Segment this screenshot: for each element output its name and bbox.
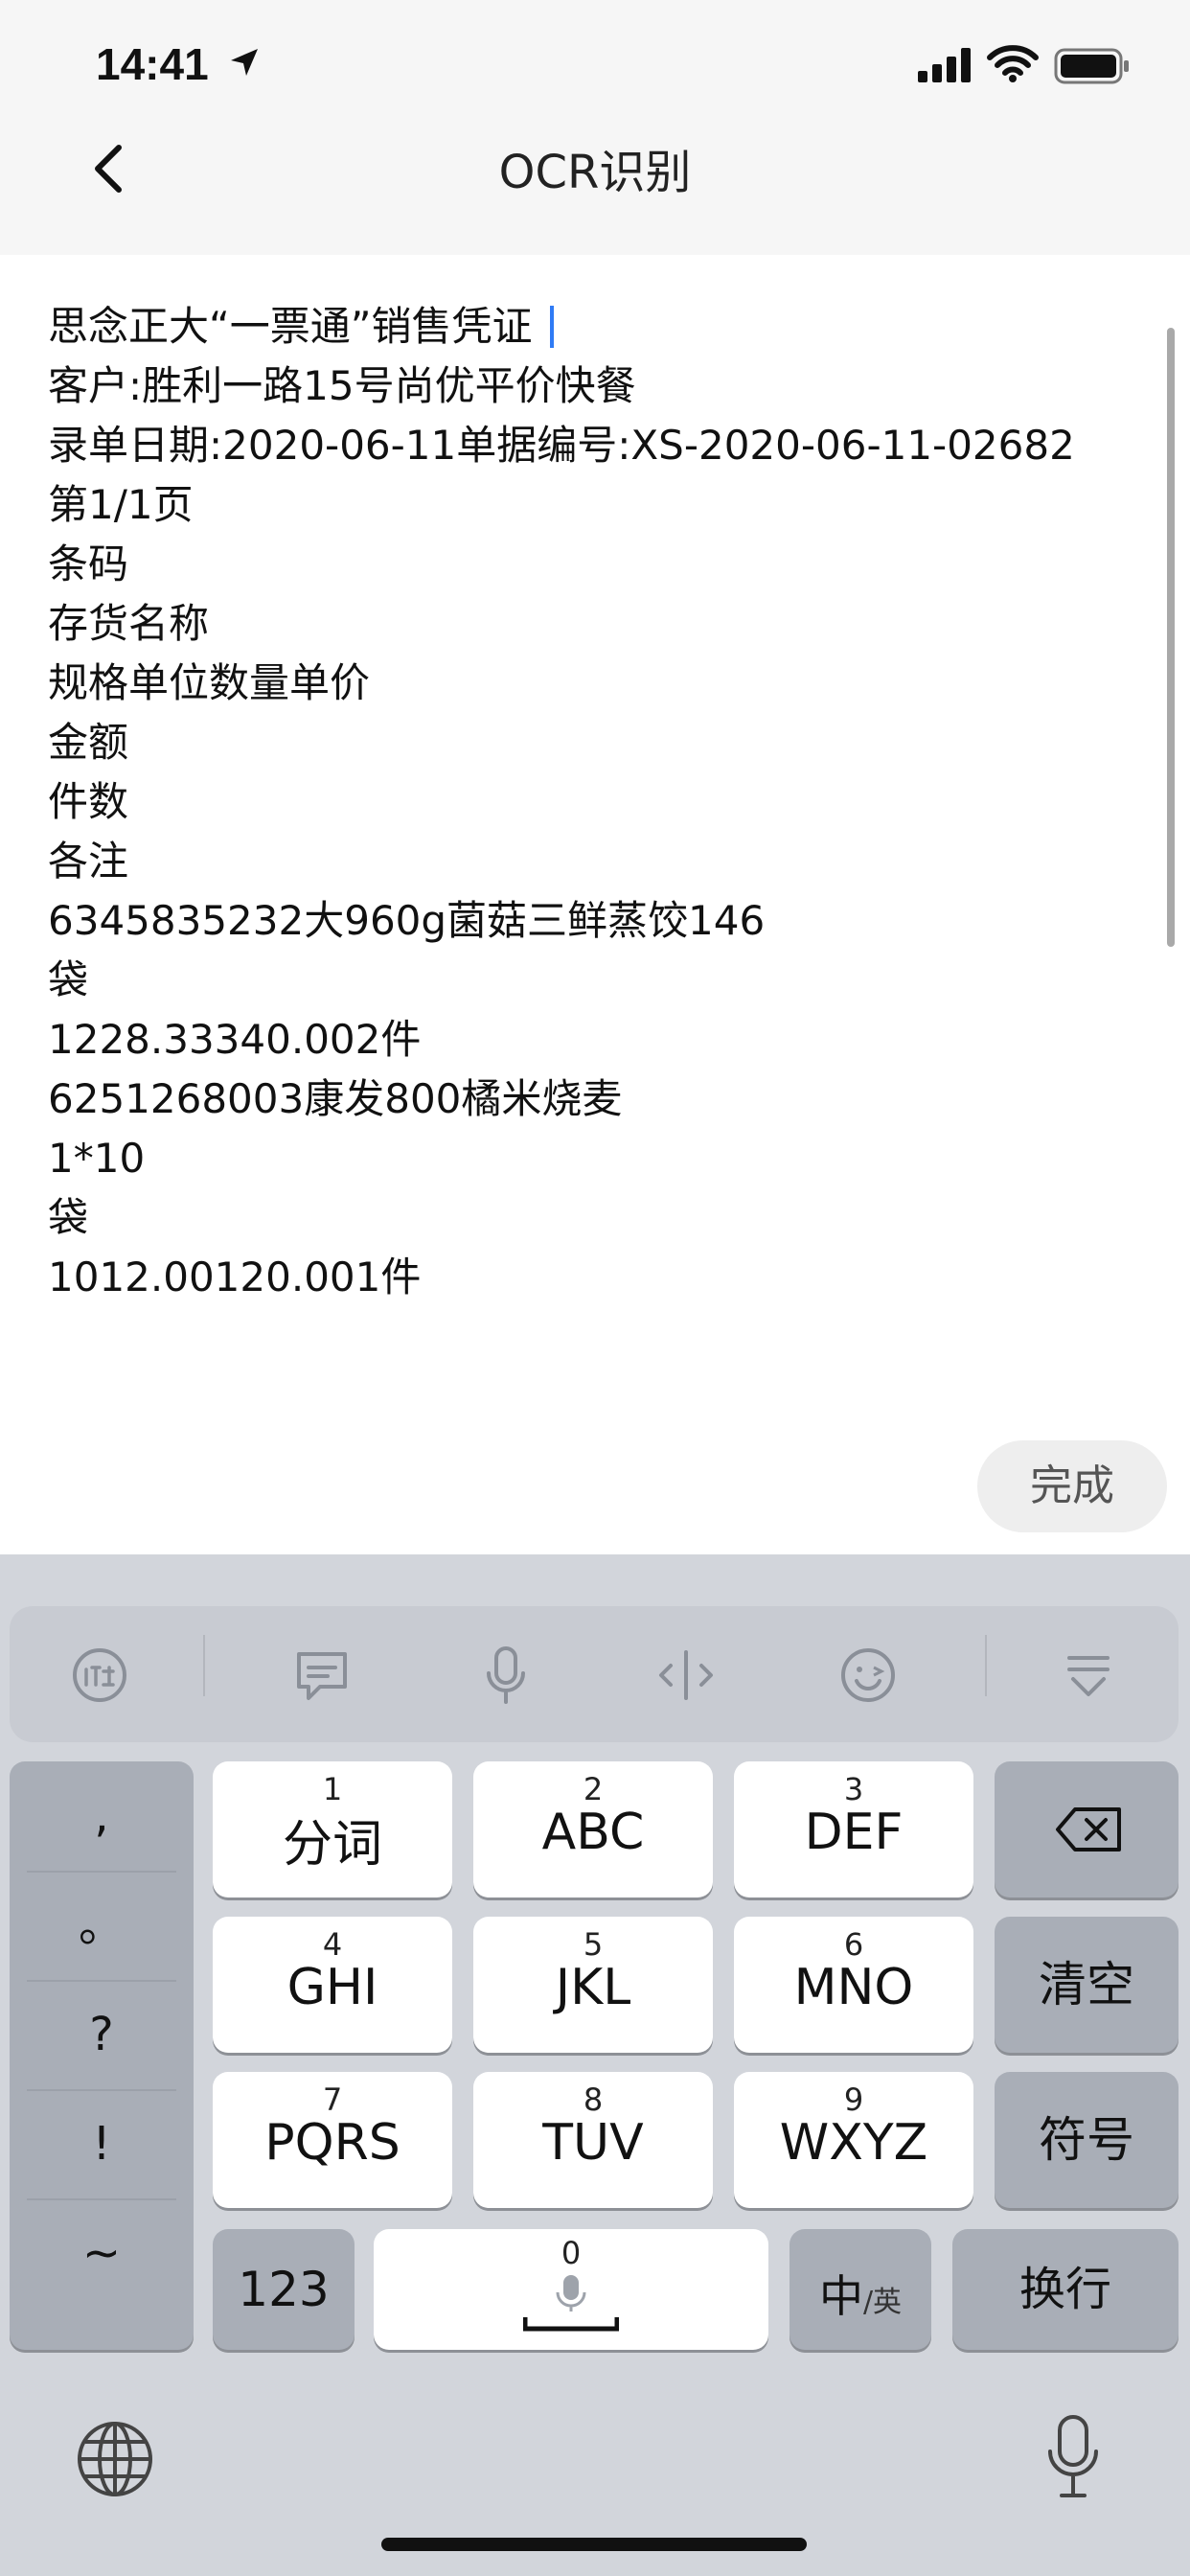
punct-key[interactable]: 。: [10, 1871, 194, 1980]
signal-icon: [918, 48, 971, 82]
number-switch-key[interactable]: 123: [213, 2229, 355, 2350]
ime-logo-icon[interactable]: [71, 1646, 128, 1704]
key-4-ghi[interactable]: 4 GHI: [213, 1917, 452, 2053]
text-line: 第1/1页: [48, 481, 194, 528]
comment-icon[interactable]: [293, 1646, 351, 1704]
key-5-jkl[interactable]: 5 JKL: [473, 1917, 713, 2053]
text-line: 1*10: [48, 1135, 146, 1182]
text-line: 各注: [48, 838, 129, 885]
collapse-keyboard-icon[interactable]: [1060, 1646, 1117, 1704]
key-label: 中/英: [818, 2270, 903, 2322]
key-label: GHI: [286, 1959, 378, 2016]
key-number: 1: [322, 1771, 343, 1807]
language-switch-key[interactable]: 中/英: [790, 2229, 931, 2350]
text-line: 袋: [48, 956, 89, 1003]
key-label: PQRS: [264, 2114, 400, 2172]
space-mic-icon: [523, 2275, 619, 2332]
key-number: 5: [583, 1926, 604, 1963]
emoji-icon[interactable]: [839, 1646, 897, 1704]
key-label: 换行: [1018, 2263, 1111, 2316]
key-9-wxyz[interactable]: 9 WXYZ: [734, 2072, 973, 2208]
backspace-icon: [1056, 1807, 1121, 1852]
globe-icon[interactable]: [75, 2419, 155, 2499]
punctuation-column: , 。 ? ! ~: [10, 1761, 194, 2350]
text-line: 客户:胜利一路15号尚优平价快餐: [48, 362, 636, 409]
key-number: 3: [843, 1771, 864, 1807]
dictation-mic-icon[interactable]: [1044, 2413, 1102, 2501]
text-caret: [549, 306, 554, 348]
key-number: 8: [583, 2082, 604, 2118]
backspace-key[interactable]: [995, 1761, 1179, 1898]
wifi-icon: [987, 45, 1039, 82]
key-label: 清空: [1039, 1957, 1134, 2012]
text-scrollbar[interactable]: [1167, 328, 1175, 947]
key-label: JKL: [555, 1959, 631, 2016]
mic-icon[interactable]: [477, 1646, 535, 1704]
key-0-space[interactable]: 0: [374, 2229, 768, 2350]
text-line: 1012.00120.001件: [48, 1254, 422, 1300]
status-time: 14:41: [96, 39, 209, 89]
key-number: 7: [322, 2082, 343, 2118]
symbols-key[interactable]: 符号: [995, 2072, 1179, 2208]
key-label: TUV: [542, 2114, 644, 2172]
key-label: 123: [238, 2262, 330, 2317]
clear-key[interactable]: 清空: [995, 1917, 1179, 2053]
text-line: 6251268003康发800橘米烧麦: [48, 1075, 623, 1122]
cursor-move-icon[interactable]: [657, 1646, 715, 1704]
key-number: 2: [583, 1771, 604, 1807]
key-label: ABC: [541, 1804, 645, 1861]
battery-icon: [1054, 48, 1129, 84]
done-button[interactable]: 完成: [977, 1440, 1167, 1532]
ocr-text-area[interactable]: 思念正大“一票通”销售凭证 客户:胜利一路15号尚优平价快餐 录单日期:2020…: [48, 297, 1131, 1307]
keyboard-toolbar: [10, 1606, 1179, 1742]
text-line: 件数: [48, 778, 129, 825]
key-label: MNO: [793, 1959, 914, 2016]
punct-key[interactable]: ,: [10, 1761, 194, 1871]
text-line: 录单日期:2020-06-11单据编号:XS-2020-06-11-02682: [48, 422, 1075, 469]
text-line: 规格单位数量单价: [48, 659, 371, 706]
location-arrow-icon: [231, 49, 258, 76]
key-8-tuv[interactable]: 8 TUV: [473, 2072, 713, 2208]
key-label: WXYZ: [779, 2114, 928, 2172]
key-number: 9: [843, 2082, 864, 2118]
key-1-fenci[interactable]: 1 分词: [213, 1761, 452, 1898]
key-label: 符号: [1039, 2112, 1134, 2168]
key-number: 0: [561, 2235, 582, 2271]
text-line: 存货名称: [48, 600, 210, 647]
toolbar-divider: [203, 1635, 205, 1696]
text-line: 1228.33340.002件: [48, 1016, 422, 1063]
toolbar-divider: [985, 1635, 987, 1696]
text-line: 6345835232大960g菌菇三鲜蒸饺146: [48, 897, 766, 944]
key-7-pqrs[interactable]: 7 PQRS: [213, 2072, 452, 2208]
key-number: 6: [843, 1926, 864, 1963]
text-line: 袋: [48, 1194, 89, 1241]
text-line: 金额: [48, 719, 129, 766]
punct-key[interactable]: !: [10, 2089, 194, 2198]
key-2-abc[interactable]: 2 ABC: [473, 1761, 713, 1898]
key-6-mno[interactable]: 6 MNO: [734, 1917, 973, 2053]
key-label: DEF: [804, 1804, 904, 1861]
text-line: 思念正大“一票通”销售凭证: [48, 297, 1131, 356]
punct-key[interactable]: ?: [10, 1980, 194, 2089]
punct-key[interactable]: ~: [10, 2198, 194, 2308]
key-number: 4: [322, 1926, 343, 1963]
page-title: OCR识别: [498, 146, 692, 199]
return-key[interactable]: 换行: [952, 2229, 1179, 2350]
key-label: 分词: [282, 1816, 382, 1874]
key-3-def[interactable]: 3 DEF: [734, 1761, 973, 1898]
text-line: 条码: [48, 540, 129, 587]
home-indicator: [381, 2538, 807, 2551]
